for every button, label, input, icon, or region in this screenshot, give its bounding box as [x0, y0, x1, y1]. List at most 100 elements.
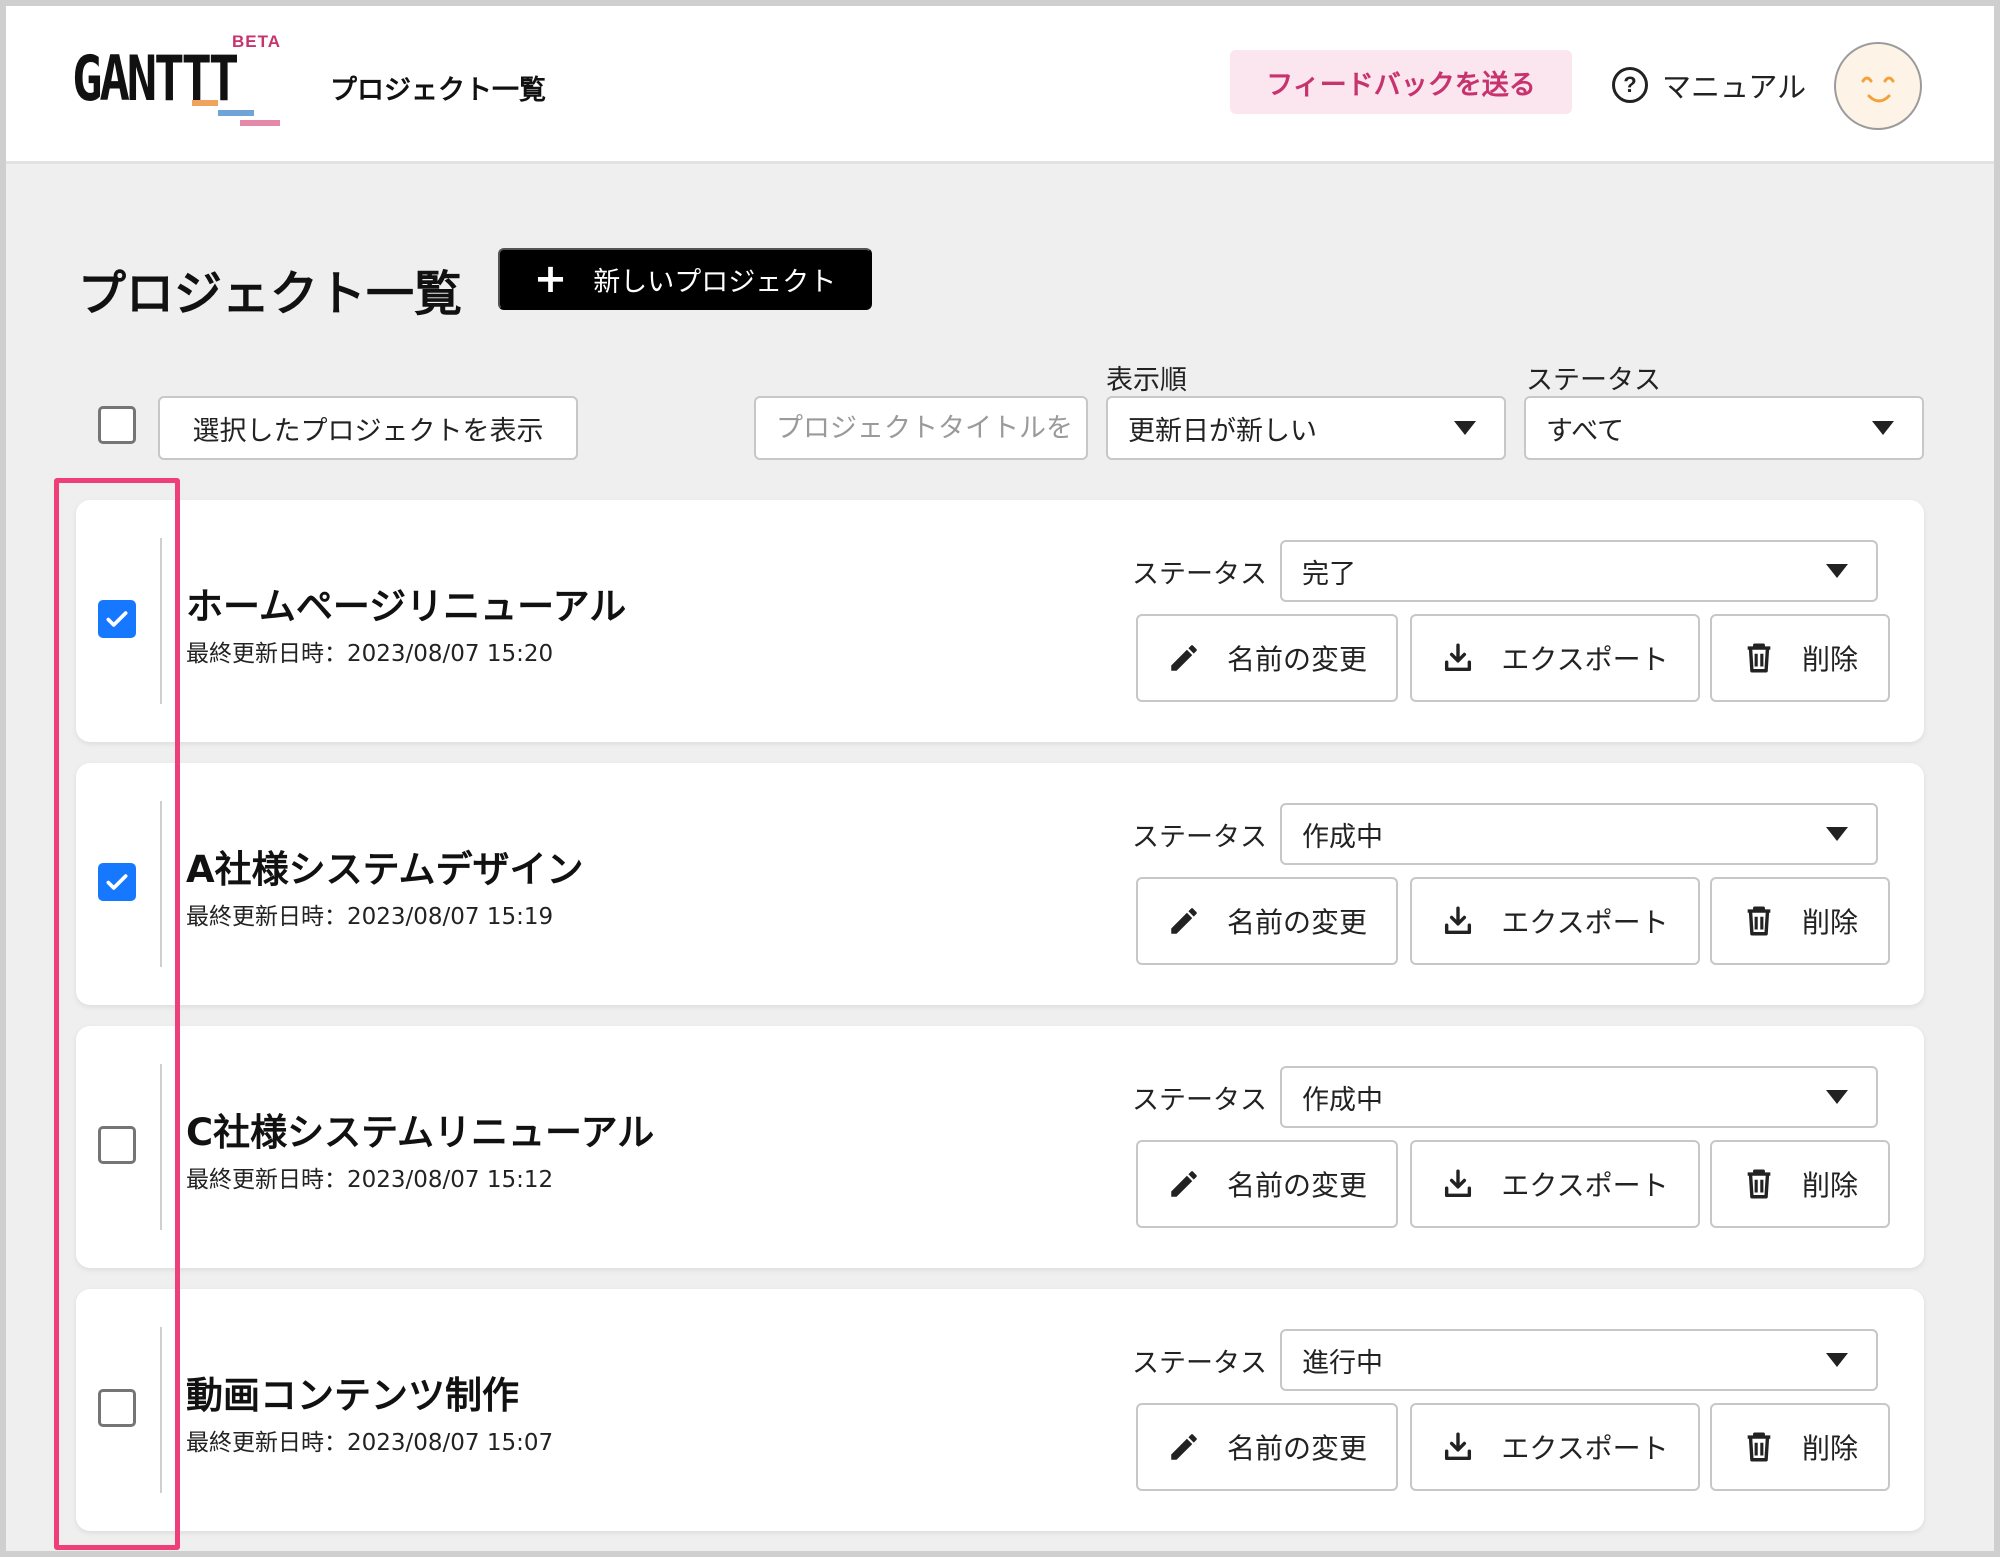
- project-name[interactable]: A社様システムデザイン: [186, 839, 584, 893]
- project-status-value: 作成中: [1302, 1084, 1383, 1116]
- trash-icon: [1747, 1432, 1771, 1462]
- select-all-checkbox[interactable]: [98, 406, 136, 444]
- project-status-select[interactable]: 完了: [1280, 540, 1878, 602]
- caret-down-icon: [1454, 421, 1476, 435]
- project-card: C社様システムリニューアル 最終更新日時：2023/08/07 15:12 ステ…: [76, 1026, 1924, 1268]
- rename-button[interactable]: 名前の変更: [1136, 614, 1398, 702]
- download-icon: [1445, 1169, 1472, 1198]
- project-card: ホームページリニューアル 最終更新日時：2023/08/07 15:20 ステー…: [76, 500, 1924, 742]
- export-label: エクスポート: [1501, 643, 1669, 676]
- smiley-face-icon: [1861, 76, 1895, 103]
- page-title: プロジェクト一覧: [78, 266, 463, 322]
- caret-down-icon: [1826, 827, 1848, 841]
- project-checkbox[interactable]: [98, 863, 136, 901]
- export-button[interactable]: エクスポート: [1410, 1140, 1700, 1228]
- rename-label: 名前の変更: [1226, 643, 1367, 676]
- manual-link[interactable]: ? マニュアル: [1612, 60, 1806, 110]
- logo-bar-orange: [192, 100, 218, 106]
- trash-icon: [1747, 906, 1771, 936]
- project-checkbox[interactable]: [98, 1389, 136, 1427]
- top-header: GANTTT BETA プロジェクト一覧 フィードバックを送る ? マニュアル: [6, 6, 1994, 164]
- delete-label: 削除: [1801, 906, 1858, 939]
- project-status-value: 作成中: [1302, 821, 1383, 853]
- rename-button[interactable]: 名前の変更: [1136, 877, 1398, 965]
- app-window: GANTTT BETA プロジェクト一覧 フィードバックを送る ? マニュアル …: [6, 6, 1994, 1551]
- avatar[interactable]: [1834, 42, 1922, 130]
- project-status-label: ステータス: [1132, 822, 1267, 853]
- delete-button[interactable]: 削除: [1710, 614, 1890, 702]
- new-project-button[interactable]: + 新しいプロジェクト: [498, 248, 872, 310]
- question-circle-icon: ?: [1612, 67, 1648, 103]
- status-filter-select[interactable]: すべて: [1524, 396, 1924, 460]
- download-icon: [1445, 643, 1472, 672]
- rename-label: 名前の変更: [1226, 1432, 1367, 1465]
- delete-button[interactable]: 削除: [1710, 877, 1890, 965]
- rename-label: 名前の変更: [1226, 906, 1367, 939]
- checkmark-icon: [106, 874, 128, 890]
- project-card: 動画コンテンツ制作 最終更新日時：2023/08/07 15:07 ステータス …: [76, 1289, 1924, 1531]
- delete-label: 削除: [1801, 1169, 1858, 1202]
- export-button[interactable]: エクスポート: [1410, 877, 1700, 965]
- logo-bar-pink: [240, 120, 280, 126]
- feedback-button[interactable]: フィードバックを送る: [1230, 50, 1572, 114]
- show-selected-button[interactable]: 選択したプロジェクトを表示: [158, 396, 578, 460]
- project-status-value: 完了: [1302, 558, 1356, 590]
- card-divider: [160, 1064, 162, 1230]
- plus-icon: +: [533, 256, 568, 302]
- export-label: エクスポート: [1501, 1432, 1669, 1465]
- delete-button[interactable]: 削除: [1710, 1403, 1890, 1491]
- trash-icon: [1747, 1169, 1771, 1199]
- gantttt-logo[interactable]: GANTTT BETA: [72, 32, 282, 132]
- pencil-icon: [1171, 1171, 1197, 1197]
- delete-label: 削除: [1801, 1432, 1858, 1465]
- project-updated: 最終更新日時：2023/08/07 15:20: [186, 641, 554, 667]
- project-checkbox[interactable]: [98, 600, 136, 638]
- project-status-value: 進行中: [1302, 1347, 1383, 1379]
- delete-button[interactable]: 削除: [1710, 1140, 1890, 1228]
- sort-value: 更新日が新しい: [1128, 415, 1317, 447]
- rename-button[interactable]: 名前の変更: [1136, 1140, 1398, 1228]
- header-title: プロジェクト一覧: [330, 75, 546, 106]
- manual-label: マニュアル: [1662, 70, 1807, 104]
- project-name[interactable]: C社様システムリニューアル: [186, 1102, 654, 1156]
- delete-label: 削除: [1801, 643, 1858, 676]
- project-status-select[interactable]: 作成中: [1280, 1066, 1878, 1128]
- pencil-icon: [1171, 1434, 1197, 1460]
- project-status-select[interactable]: 進行中: [1280, 1329, 1878, 1391]
- checkmark-icon: [106, 611, 128, 627]
- new-project-label: 新しいプロジェクト: [593, 266, 837, 298]
- project-status-select[interactable]: 作成中: [1280, 803, 1878, 865]
- status-filter-label: ステータス: [1526, 365, 1661, 396]
- project-updated: 最終更新日時：2023/08/07 15:19: [186, 904, 554, 930]
- search-input[interactable]: [754, 396, 1088, 460]
- export-label: エクスポート: [1501, 906, 1669, 939]
- sort-select[interactable]: 更新日が新しい: [1106, 396, 1506, 460]
- caret-down-icon: [1826, 1353, 1848, 1367]
- card-divider: [160, 801, 162, 967]
- project-name[interactable]: 動画コンテンツ制作: [186, 1365, 519, 1419]
- export-button[interactable]: エクスポート: [1410, 614, 1700, 702]
- status-filter-value: すべて: [1546, 415, 1625, 447]
- beta-badge: BETA: [232, 32, 282, 51]
- project-updated: 最終更新日時：2023/08/07 15:12: [186, 1167, 554, 1193]
- logo-bar-blue: [218, 110, 254, 116]
- caret-down-icon: [1826, 1090, 1848, 1104]
- project-status-label: ステータス: [1132, 1085, 1267, 1116]
- project-checkbox[interactable]: [98, 1126, 136, 1164]
- download-icon: [1445, 906, 1472, 935]
- export-label: エクスポート: [1501, 1169, 1669, 1202]
- project-name[interactable]: ホームページリニューアル: [186, 576, 626, 630]
- pencil-icon: [1171, 645, 1197, 671]
- caret-down-icon: [1826, 564, 1848, 578]
- sort-label: 表示順: [1106, 365, 1187, 396]
- card-divider: [160, 538, 162, 704]
- project-updated: 最終更新日時：2023/08/07 15:07: [186, 1430, 554, 1456]
- caret-down-icon: [1872, 421, 1894, 435]
- project-status-label: ステータス: [1132, 1348, 1267, 1379]
- export-button[interactable]: エクスポート: [1410, 1403, 1700, 1491]
- rename-button[interactable]: 名前の変更: [1136, 1403, 1398, 1491]
- card-divider: [160, 1327, 162, 1493]
- project-card: A社様システムデザイン 最終更新日時：2023/08/07 15:19 ステータ…: [76, 763, 1924, 1005]
- pencil-icon: [1171, 908, 1197, 934]
- rename-label: 名前の変更: [1226, 1169, 1367, 1202]
